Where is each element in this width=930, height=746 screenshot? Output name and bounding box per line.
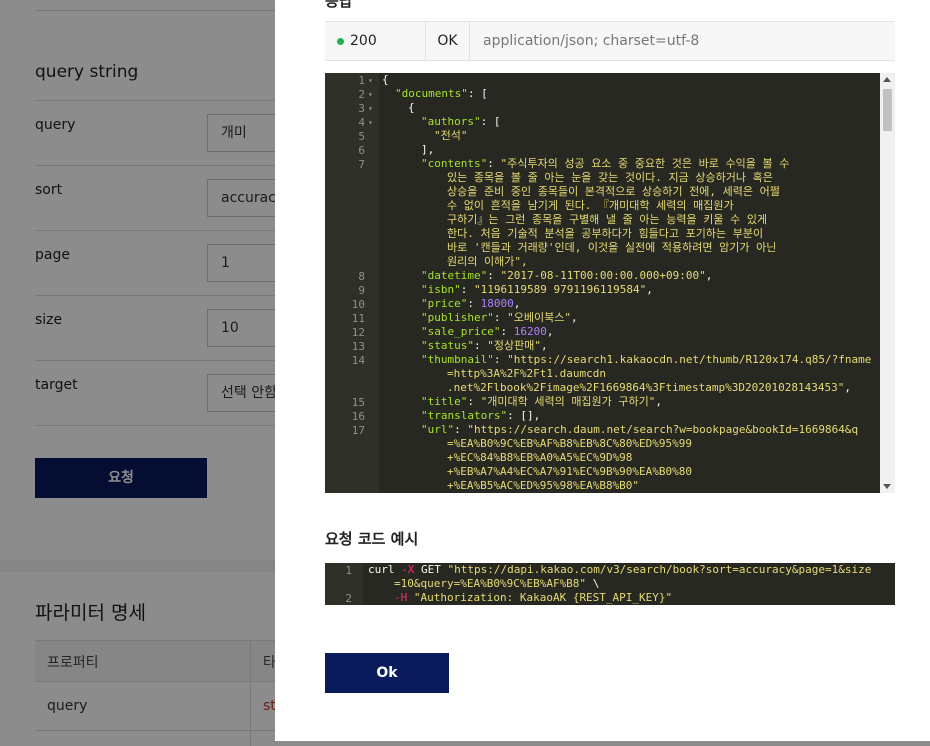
- line-number: 6: [358, 144, 365, 157]
- code-line: 원리의 이해가",: [447, 255, 528, 268]
- line-number: 7: [358, 158, 365, 171]
- line-number: 1: [345, 564, 352, 577]
- line-number: 9: [358, 284, 365, 297]
- code-line: "translators": [],: [421, 409, 541, 422]
- code-line: "thumbnail": "https://search1.kakaocdn.n…: [421, 353, 872, 366]
- code-line: ],: [421, 143, 435, 156]
- scroll-down-icon[interactable]: [883, 484, 891, 489]
- code-line: 상승을 준비 중인 종목들이 본격적으로 상승하기 전에, 세력은 어쩔: [447, 185, 780, 198]
- code-line: "contents": "주식투자의 성공 요소 중 중요한 것은 바로 수익을…: [421, 157, 790, 170]
- code-line: =10&query=%EA%B0%9C%EB%AF%B8" \: [394, 577, 600, 590]
- response-status-row: 200 OK application/json; charset=utf-8: [325, 21, 895, 61]
- status-code-cell: 200: [325, 22, 426, 60]
- fold-arrow-icon[interactable]: ▾: [368, 90, 373, 99]
- code-line: =%EA%B0%9C%EB%AF%B8%EB%8C%80%ED%95%99: [447, 437, 693, 450]
- line-number: 8: [358, 270, 365, 283]
- line-number: 11: [351, 312, 365, 325]
- code-line: "sale_price": 16200,: [421, 325, 554, 338]
- response-code-editor[interactable]: 1 2 3 4 5 6 7 8 9 10 11 12 13 14 15 16 1…: [325, 73, 895, 493]
- line-number: 1: [358, 74, 365, 87]
- code-line: "status": "정상판매",: [421, 339, 548, 352]
- code-line: "price": 18000,: [421, 297, 521, 310]
- code-line: "authors": [: [421, 115, 501, 128]
- code-line: "datetime": "2017-08-11T00:00:00.000+09:…: [421, 269, 713, 282]
- fold-arrow-icon[interactable]: ▾: [368, 104, 373, 113]
- line-number: 2: [345, 592, 352, 605]
- status-code: 200: [350, 33, 377, 49]
- line-number: 16: [351, 410, 365, 423]
- code-line: "url": "https://search.daum.net/search?w…: [421, 423, 859, 436]
- response-modal: 응답 200 OK application/json; charset=utf-…: [275, 0, 930, 741]
- code-line: =http%3A%2F%2Ft1.daumcdn: [447, 367, 606, 380]
- request-code-editor[interactable]: 1 2 curl -X GET "https://dapi.kakao.com/…: [325, 563, 895, 605]
- code-line: 구하기』는 그런 종목을 구별해 낼 줄 아는 능력을 키울 수 있게: [447, 213, 768, 226]
- code-line: "isbn": "1196119589 9791196119584",: [421, 283, 653, 296]
- code-line: "title": "개미대학 세력의 매집원가 구하기",: [421, 395, 663, 408]
- line-number: 2: [358, 88, 365, 101]
- status-dot-icon: [337, 37, 344, 45]
- fold-arrow-icon[interactable]: ▾: [368, 118, 373, 127]
- code-line: "publisher": "오베이북스",: [421, 311, 578, 324]
- line-number: 12: [351, 326, 365, 339]
- line-number: 15: [351, 396, 365, 409]
- line-number: 10: [351, 298, 365, 311]
- response-title: 응답: [325, 0, 353, 10]
- code-line: 한다. 처음 기술적 분석을 공부하다가 힘들다고 포기하는 부분이: [447, 227, 764, 240]
- status-text: OK: [426, 22, 470, 60]
- scrollbar-thumb[interactable]: [883, 89, 892, 131]
- request-example-title: 요청 코드 예시: [325, 530, 419, 548]
- code-line: .net%2Flbook%2Fimage%2F1669864%3Ftimesta…: [447, 381, 851, 394]
- content-type: application/json; charset=utf-8: [483, 33, 700, 49]
- code-line: curl -X GET "https://dapi.kakao.com/v3/s…: [368, 563, 872, 576]
- code-line: 바로 '캔들과 거래량'인데, 이것을 실전에 적용하려면 암기가 아닌: [447, 241, 777, 254]
- scroll-up-icon[interactable]: [883, 77, 891, 82]
- vertical-scrollbar[interactable]: [880, 73, 895, 493]
- line-number: 3: [358, 102, 365, 115]
- code-line: "전석": [434, 129, 468, 142]
- fold-arrow-icon[interactable]: ▾: [368, 76, 373, 85]
- code-line: -H "Authorization: KakaoAK {REST_API_KEY…: [394, 591, 673, 604]
- code-line: +%EB%A7%A4%EC%A7%91%EC%9B%90%EA%B0%80: [447, 465, 693, 478]
- code-line: +%EC%84%B8%EB%A0%A5%EC%9D%98: [447, 451, 633, 464]
- code-line: {: [382, 73, 389, 86]
- code-line: +%EA%B5%AC%ED%95%98%EA%B8%B0": [447, 479, 640, 492]
- line-number: 17: [351, 424, 365, 437]
- line-number: 14: [351, 354, 365, 367]
- code-line: 있는 종목을 볼 줄 아는 눈을 갖는 것이다. 지금 상승하거나 혹은: [447, 171, 773, 184]
- line-number: 5: [358, 130, 365, 143]
- line-number: 4: [358, 116, 365, 129]
- ok-button[interactable]: Ok: [325, 653, 449, 693]
- code-line: {: [408, 101, 415, 114]
- line-number: 13: [351, 340, 365, 353]
- code-line: "documents": [: [395, 87, 488, 100]
- code-line: 수 없이 흔적을 남기게 된다. 『개미대학 세력의 매집원가: [447, 199, 734, 212]
